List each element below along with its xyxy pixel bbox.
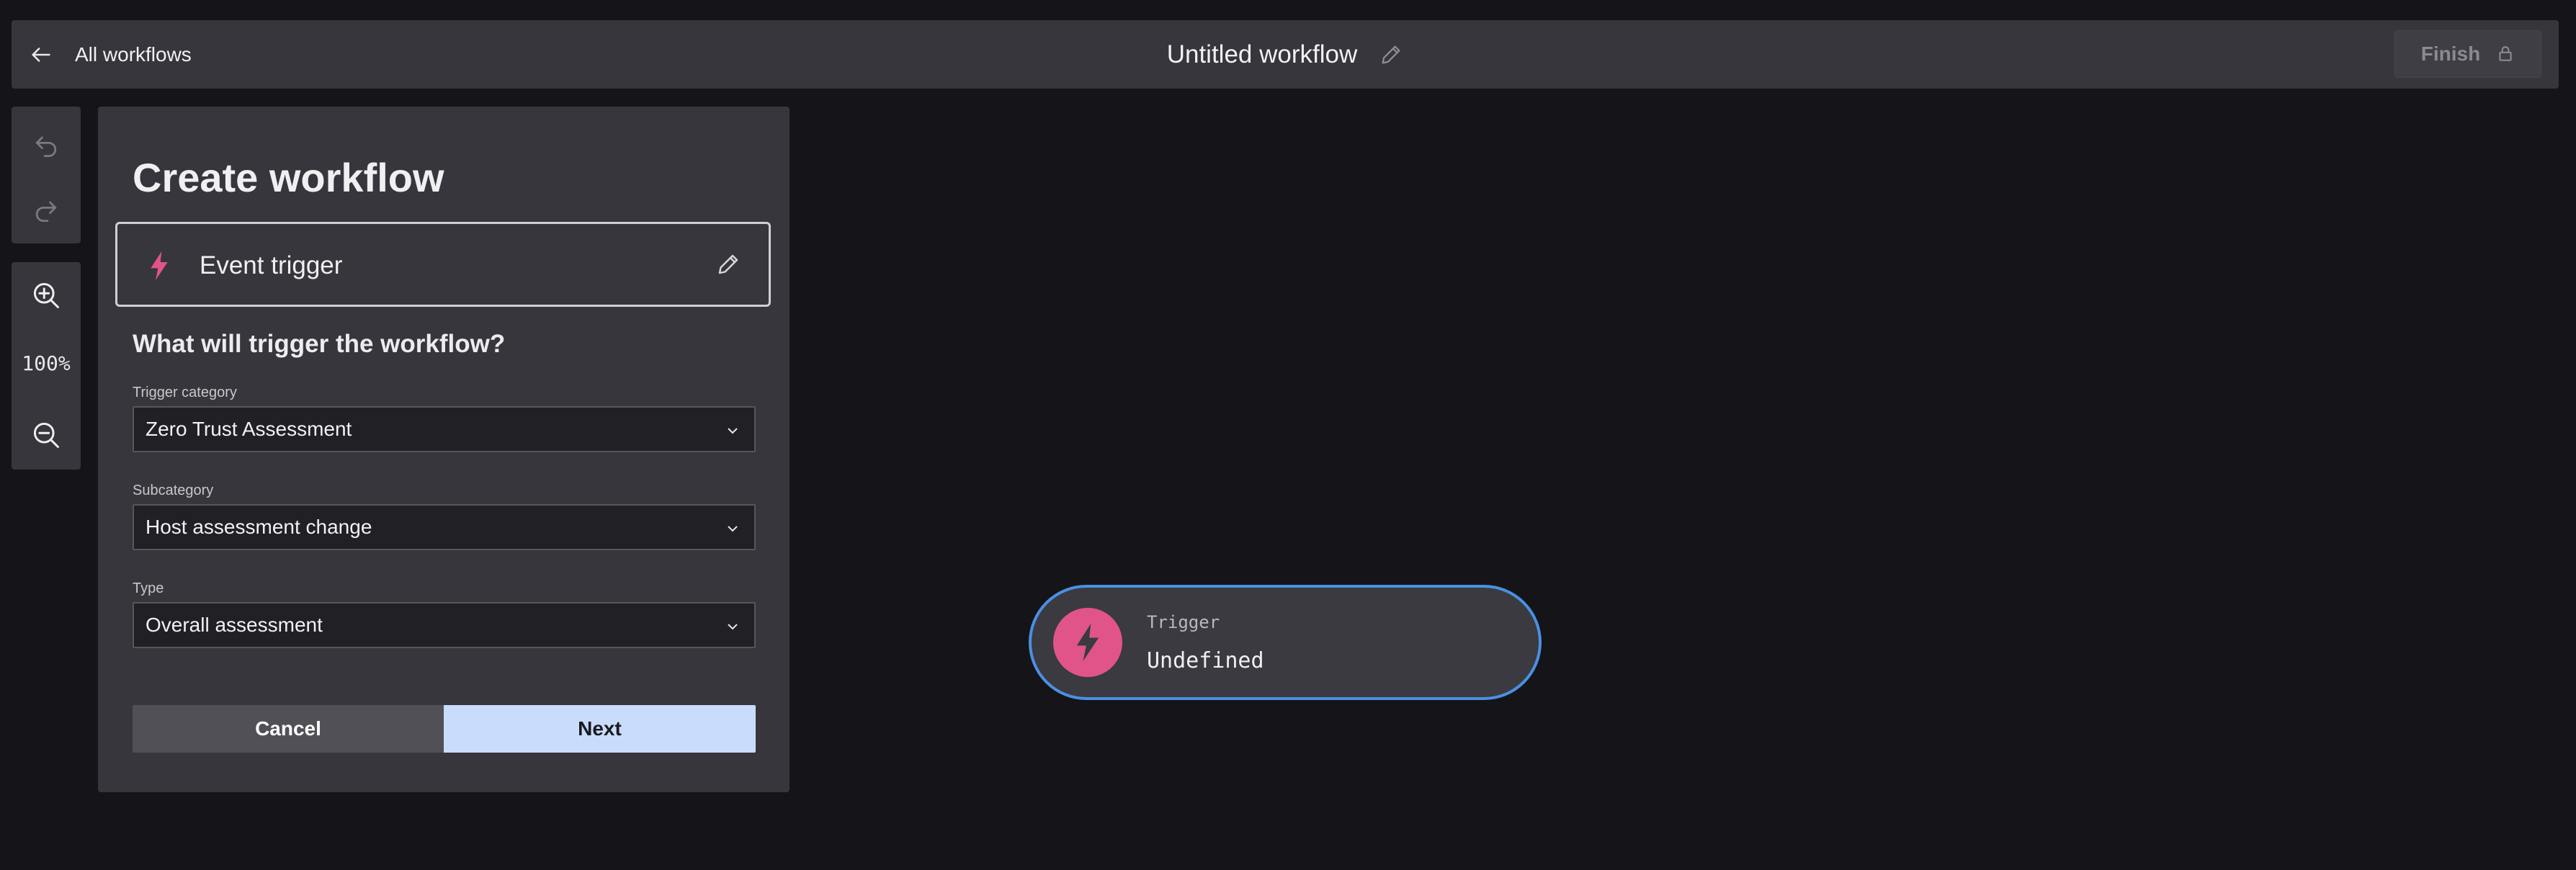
zoom-out-icon [33, 422, 59, 448]
type-select[interactable]: Overall assessment [133, 602, 756, 648]
panel-title: Create workflow [133, 155, 444, 200]
event-trigger-card[interactable]: Event trigger [115, 222, 771, 307]
zoom-in-button[interactable] [12, 266, 81, 324]
trigger-node[interactable]: Trigger Undefined [1029, 585, 1542, 700]
lightning-bolt-icon [151, 251, 168, 280]
next-button[interactable]: Next [444, 705, 756, 753]
zoom-level: 100% [22, 351, 71, 375]
trigger-question: What will trigger the workflow? [133, 330, 506, 358]
finish-button[interactable]: Finish [2394, 30, 2541, 78]
trigger-node-value: Undefined [1147, 648, 1264, 673]
zoom-out-button[interactable] [12, 406, 81, 464]
type-label: Type [133, 580, 164, 596]
pencil-icon[interactable] [715, 251, 741, 277]
type-value: Overall assessment [146, 614, 323, 636]
lock-icon [2499, 46, 2512, 61]
history-toolbar [12, 107, 81, 243]
trigger-node-kind: Trigger [1147, 612, 1220, 632]
trigger-node-badge [1053, 608, 1122, 677]
chevron-down-icon [728, 624, 738, 630]
create-workflow-panel: Create workflow Event trigger What will … [98, 107, 790, 792]
chevron-down-icon [728, 428, 738, 434]
all-workflows-label: All workflows [75, 42, 192, 66]
subcategory-label: Subcategory [133, 483, 214, 498]
lightning-bolt-icon [1076, 624, 1099, 661]
zoom-toolbar: 100% [12, 262, 81, 470]
redo-button[interactable] [12, 181, 81, 239]
cancel-button[interactable]: Cancel [133, 705, 444, 753]
undo-button[interactable] [12, 117, 81, 174]
redo-icon [35, 201, 57, 223]
workflow-title[interactable]: Untitled workflow [1167, 40, 1358, 69]
trigger-category-value: Zero Trust Assessment [146, 418, 352, 440]
pencil-icon[interactable] [1379, 42, 1403, 67]
finish-label: Finish [2420, 42, 2481, 65]
trigger-category-label: Trigger category [133, 385, 237, 400]
trigger-category-select[interactable]: Zero Trust Assessment [133, 406, 756, 452]
subcategory-value: Host assessment change [146, 516, 372, 538]
zoom-in-icon [33, 282, 59, 308]
chevron-down-icon [728, 526, 738, 532]
subcategory-select[interactable]: Host assessment change [133, 504, 756, 550]
top-bar: All workflows Untitled workflow Finish [12, 20, 2559, 89]
all-workflows-link[interactable]: All workflows [29, 20, 192, 89]
arrow-left-icon [32, 47, 50, 62]
undo-icon [35, 136, 57, 158]
trigger-card-label: Event trigger [200, 251, 343, 279]
title-area: Untitled workflow [12, 20, 2559, 89]
